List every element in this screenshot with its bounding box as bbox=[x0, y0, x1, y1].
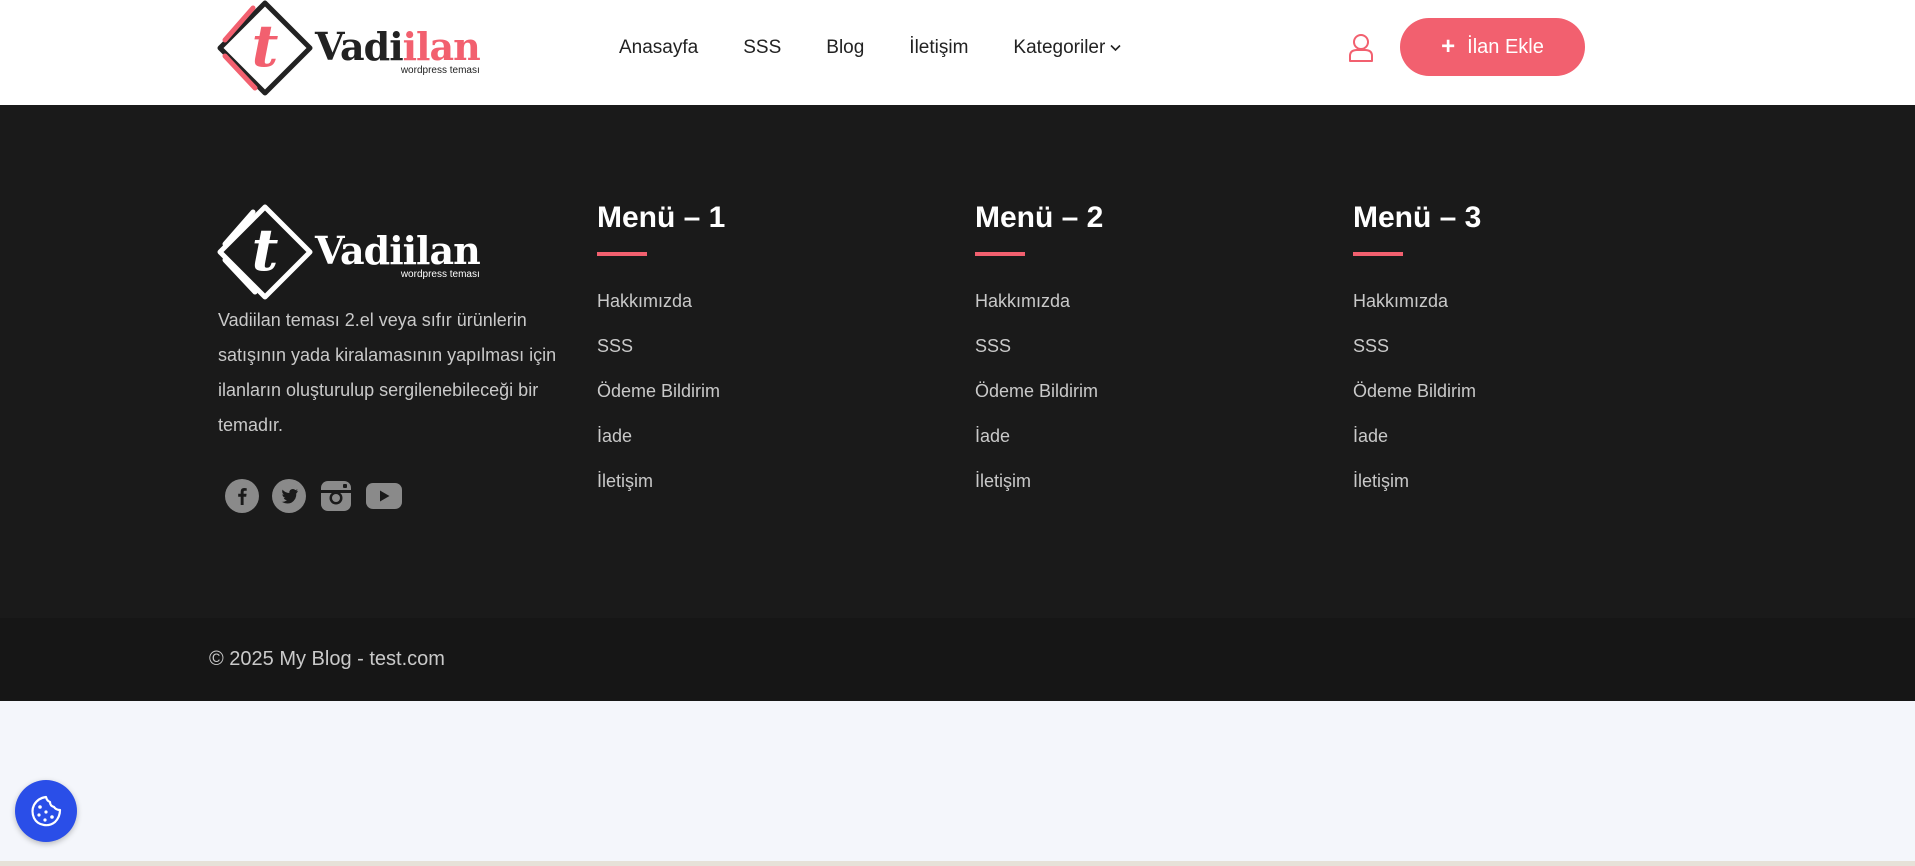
title-underline bbox=[975, 252, 1025, 256]
footer-logo-icon: t bbox=[217, 204, 313, 300]
nav-item-blog[interactable]: Blog bbox=[826, 37, 864, 59]
cookie-icon bbox=[31, 795, 62, 827]
footer-link-odeme-bildirim[interactable]: Ödeme Bildirim bbox=[975, 381, 1275, 426]
add-listing-button[interactable]: + İlan Ekle bbox=[1400, 18, 1585, 76]
footer-menu-1: Menü – 1 Hakkımızda SSS Ödeme Bildirim İ… bbox=[597, 198, 897, 516]
footer-logo-wordmark: Vadiilan bbox=[315, 228, 481, 273]
user-icon[interactable] bbox=[1348, 33, 1374, 63]
title-underline bbox=[1353, 252, 1403, 256]
footer-link-sss[interactable]: SSS bbox=[1353, 336, 1653, 381]
header-logo[interactable]: t Vadiilan wordpress teması bbox=[217, 0, 481, 96]
footer-link-odeme-bildirim[interactable]: Ödeme Bildirim bbox=[597, 381, 897, 426]
nav-item-sss[interactable]: SSS bbox=[743, 37, 781, 59]
logo-wordmark: Vadiilan bbox=[315, 23, 481, 69]
svg-text:t: t bbox=[252, 216, 279, 284]
footer-link-hakkimizda[interactable]: Hakkımızda bbox=[597, 291, 897, 336]
about-text: Vadiilan teması 2.el veya sıfır ürünleri… bbox=[218, 310, 557, 435]
footer-menu-3: Menü – 3 Hakkımızda SSS Ödeme Bildirim İ… bbox=[1353, 198, 1653, 516]
copyright-text: © 2025 My Blog - test.com bbox=[209, 648, 445, 670]
footer-link-sss[interactable]: SSS bbox=[975, 336, 1275, 381]
footer-link-hakkimizda[interactable]: Hakkımızda bbox=[975, 291, 1275, 336]
chevron-down-icon bbox=[1110, 41, 1121, 55]
logo-icon: t bbox=[217, 0, 313, 96]
main-nav: Anasayfa SSS Blog İletişim Kategoriler bbox=[619, 34, 1166, 62]
footer-link-iade[interactable]: İade bbox=[1353, 426, 1653, 471]
add-listing-label: İlan Ekle bbox=[1467, 35, 1544, 58]
svg-text:t: t bbox=[252, 12, 279, 80]
footer-link-odeme-bildirim[interactable]: Ödeme Bildirim bbox=[1353, 381, 1653, 426]
nav-item-kategoriler[interactable]: Kategoriler bbox=[1013, 37, 1121, 59]
copyright-bar: © 2025 My Blog - test.com bbox=[0, 618, 1915, 701]
footer-link-iletisim[interactable]: İletişim bbox=[597, 471, 897, 516]
plus-icon: + bbox=[1441, 33, 1456, 60]
footer-link-iade[interactable]: İade bbox=[597, 426, 897, 471]
footer-logo[interactable]: t Vadiilan wordpress teması bbox=[217, 202, 481, 302]
footer-menu-title: Menü – 3 bbox=[1353, 201, 1482, 234]
facebook-icon[interactable] bbox=[225, 479, 259, 513]
page-bottom-edge bbox=[0, 861, 1915, 866]
nav-item-anasayfa[interactable]: Anasayfa bbox=[619, 37, 698, 59]
cookie-consent-button[interactable] bbox=[15, 780, 77, 842]
social-links bbox=[225, 479, 415, 513]
footer-link-sss[interactable]: SSS bbox=[597, 336, 897, 381]
footer-link-iletisim[interactable]: İletişim bbox=[1353, 471, 1653, 516]
site-header: t Vadiilan wordpress teması Anasayfa SSS… bbox=[0, 0, 1915, 105]
youtube-icon[interactable] bbox=[366, 479, 402, 513]
footer-menu-title: Menü – 1 bbox=[597, 201, 726, 234]
twitter-icon[interactable] bbox=[272, 479, 306, 513]
footer-link-iletisim[interactable]: İletişim bbox=[975, 471, 1275, 516]
instagram-icon[interactable] bbox=[319, 479, 353, 513]
footer-menu-title: Menü – 2 bbox=[975, 201, 1104, 234]
site-footer: t Vadiilan wordpress teması Vadiilan tem… bbox=[0, 105, 1915, 618]
title-underline bbox=[597, 252, 647, 256]
footer-link-iade[interactable]: İade bbox=[975, 426, 1275, 471]
footer-menu-2: Menü – 2 Hakkımızda SSS Ödeme Bildirim İ… bbox=[975, 198, 1275, 516]
nav-item-iletisim[interactable]: İletişim bbox=[909, 37, 968, 59]
footer-link-hakkimizda[interactable]: Hakkımızda bbox=[1353, 291, 1653, 336]
